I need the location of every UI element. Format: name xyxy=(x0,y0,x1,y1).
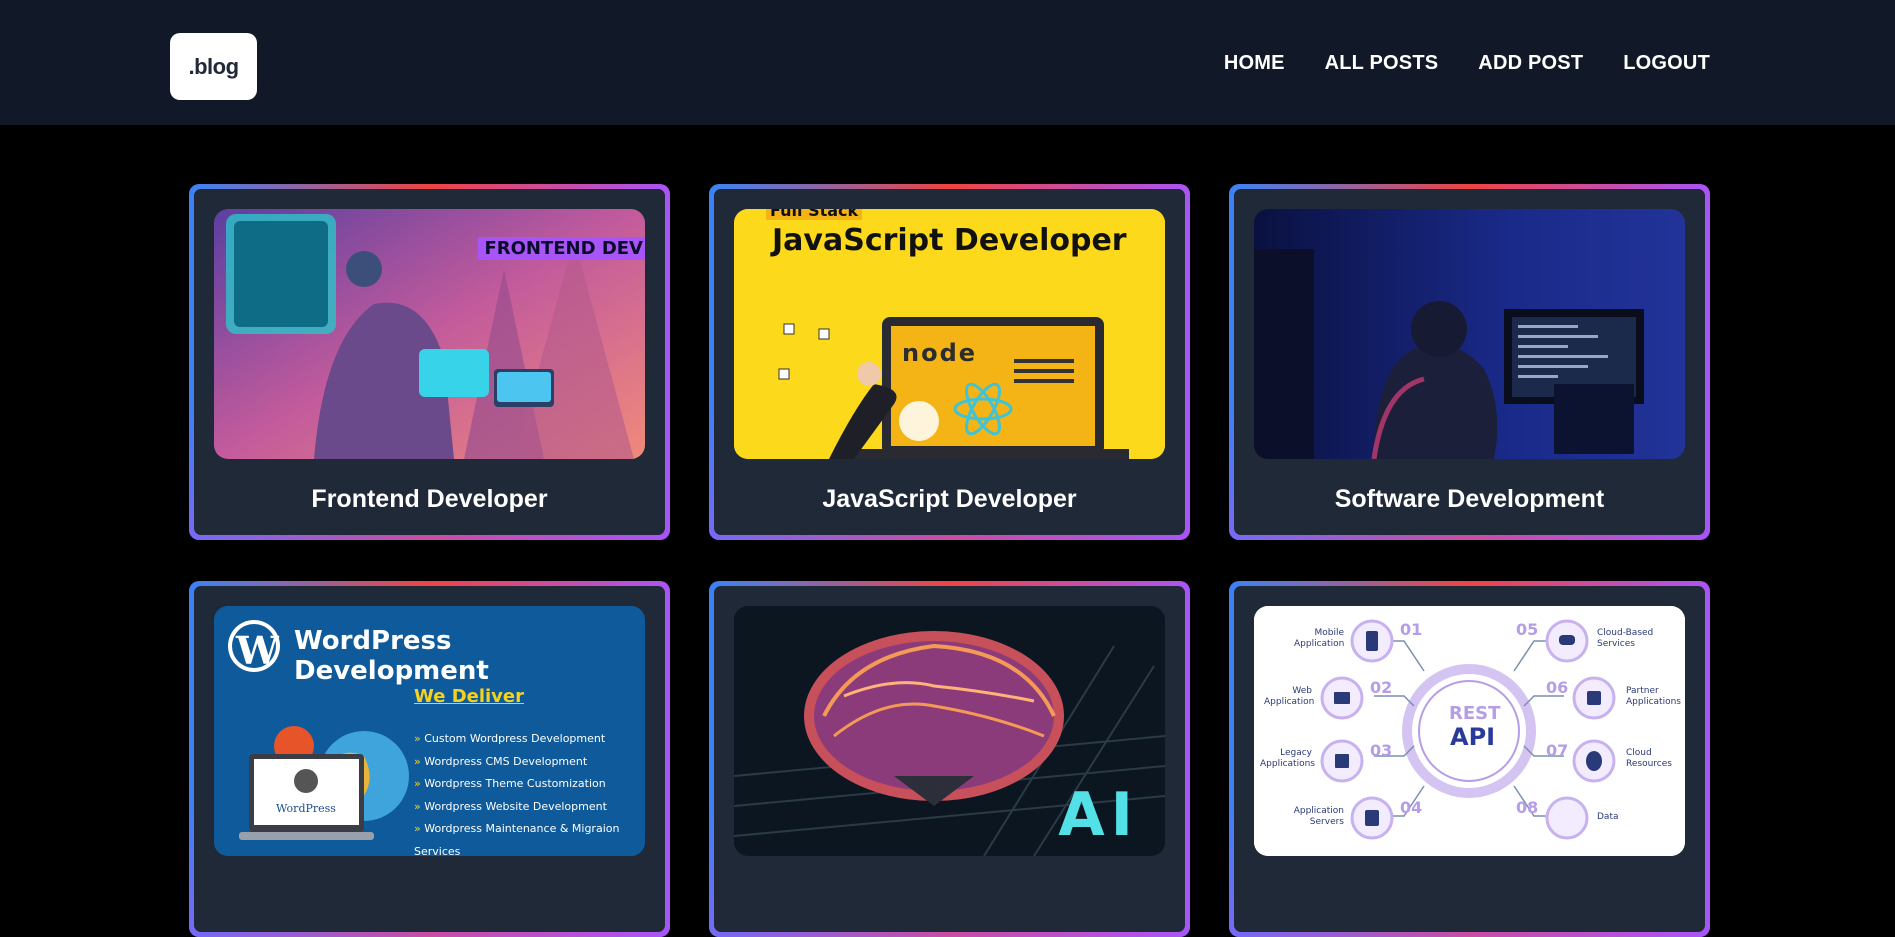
item-label: Cloud Resources xyxy=(1626,748,1672,769)
post-card-body: Full Stack JavaScript Developer node Jav… xyxy=(714,189,1185,535)
post-title: Software Development xyxy=(1334,485,1605,513)
post-title: JavaScript Developer xyxy=(822,485,1077,513)
post-thumbnail: AI xyxy=(734,606,1165,856)
post-thumbnail: Full Stack JavaScript Developer node xyxy=(734,209,1165,459)
post-card-rest-api[interactable]: REST API 01 Mobile Application 02 Web Ap… xyxy=(1229,581,1710,937)
top-navbar: .blog HOME ALL POSTS ADD POST LOGOUT xyxy=(0,0,1895,125)
thumbnail-heading: JavaScript Developer xyxy=(772,223,1127,258)
item-number: 05 xyxy=(1516,620,1539,639)
item-label: Legacy Applications xyxy=(1260,748,1315,769)
item-number: 01 xyxy=(1400,620,1423,639)
api-label: API xyxy=(1450,723,1496,751)
post-card-frontend[interactable]: FRONTEND DEV Frontend Developer xyxy=(189,184,670,540)
post-card-software[interactable]: Software Development xyxy=(1229,184,1710,540)
nav-all-posts-link[interactable]: ALL POSTS xyxy=(1325,52,1439,75)
post-card-body: Software Development xyxy=(1234,189,1705,535)
item-number: 04 xyxy=(1400,798,1423,817)
post-card-wordpress[interactable]: W WordPress Development We Deliver » Cus… xyxy=(189,581,670,937)
item-label: Cloud-Based Services xyxy=(1597,628,1654,649)
wordpress-w-icon: W xyxy=(236,628,279,673)
nav-add-post-link[interactable]: ADD POST xyxy=(1478,52,1583,75)
rest-label: REST xyxy=(1449,703,1501,724)
blog-logo[interactable]: .blog xyxy=(170,33,257,100)
wordpress-logo-text: WordPress xyxy=(276,802,336,815)
thumbnail-subheading: We Deliver xyxy=(414,686,524,707)
post-card-body: W WordPress Development We Deliver » Cus… xyxy=(194,586,665,932)
ai-label: AI xyxy=(1058,780,1139,850)
post-grid: FRONTEND DEV Frontend Developer Full Sta… xyxy=(189,184,1710,937)
item-label: Data xyxy=(1597,812,1619,822)
post-thumbnail: REST API 01 Mobile Application 02 Web Ap… xyxy=(1254,606,1685,856)
thumbnail-list: » Custom Wordpress Development » Wordpre… xyxy=(414,732,620,856)
post-title: Frontend Developer xyxy=(311,485,548,513)
post-thumbnail xyxy=(1254,209,1685,459)
nav-logout-link[interactable]: LOGOUT xyxy=(1623,52,1710,75)
post-card-body: AI xyxy=(714,586,1185,932)
logo-text: .blog xyxy=(188,53,239,79)
node-logo-text: node xyxy=(902,339,978,367)
item-label: Application Servers xyxy=(1293,806,1344,827)
item-label: Mobile Application xyxy=(1294,628,1345,649)
item-number: 07 xyxy=(1546,741,1569,760)
post-card-body: FRONTEND DEV Frontend Developer xyxy=(194,189,665,535)
item-number: 02 xyxy=(1370,678,1393,697)
thumbnail-tag: Full Stack xyxy=(766,209,863,220)
item-label: Web Application xyxy=(1264,686,1315,707)
item-number: 03 xyxy=(1370,741,1393,760)
item-number: 06 xyxy=(1546,678,1569,697)
thumbnail-heading: WordPress Development xyxy=(294,626,489,686)
post-card-body: REST API 01 Mobile Application 02 Web Ap… xyxy=(1234,586,1705,932)
main-nav: HOME ALL POSTS ADD POST LOGOUT xyxy=(1224,52,1710,75)
post-thumbnail: FRONTEND DEV xyxy=(214,209,645,459)
item-number: 08 xyxy=(1516,798,1539,817)
thumbnail-caption: FRONTEND DEV xyxy=(478,237,645,260)
post-card-javascript[interactable]: Full Stack JavaScript Developer node Jav… xyxy=(709,184,1190,540)
item-label: Partner Applications xyxy=(1626,686,1681,707)
post-card-ai[interactable]: AI xyxy=(709,581,1190,937)
nav-home-link[interactable]: HOME xyxy=(1224,52,1285,75)
post-thumbnail: W WordPress Development We Deliver » Cus… xyxy=(214,606,645,856)
